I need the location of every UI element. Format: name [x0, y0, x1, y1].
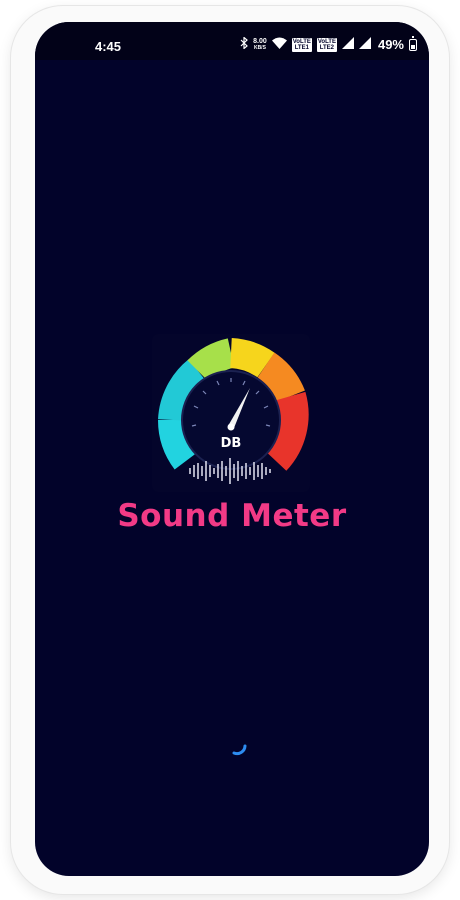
volte2-bottom: LTE2 [319, 44, 335, 51]
app-name-title: Sound Meter [117, 498, 347, 534]
gauge-label: DB [221, 436, 242, 451]
volte-lte1-badge: VoLTE LTE1 [291, 37, 312, 52]
net-speed-value: 8.00 [253, 37, 267, 45]
volte-lte2-badge: VoLTE LTE2 [316, 37, 337, 52]
status-icons: 8.00 KB/S VoLTE LTE1 VoLTE LTE2 49% [240, 36, 417, 52]
wifi-icon [271, 37, 287, 52]
signal-icon [358, 37, 371, 52]
volte1-bottom: LTE1 [294, 44, 309, 51]
signal-icon [341, 37, 354, 52]
app-logo: DB [152, 334, 310, 492]
status-time: 4:45 [95, 39, 122, 54]
net-speed-unit: KB/S [253, 44, 266, 51]
battery-icon [409, 36, 417, 51]
battery-percent: 49% [377, 37, 404, 52]
app-screen: 4:45 8.00 KB/S VoLTE LTE1 VoLTE LTE2 49%… [35, 22, 429, 876]
net-speed: 8.00 KB/S [253, 38, 267, 52]
status-bar: 4:45 8.00 KB/S VoLTE LTE1 VoLTE LTE2 49% [35, 22, 429, 60]
bluetooth-icon [240, 36, 249, 52]
spinner-icon [231, 742, 251, 762]
